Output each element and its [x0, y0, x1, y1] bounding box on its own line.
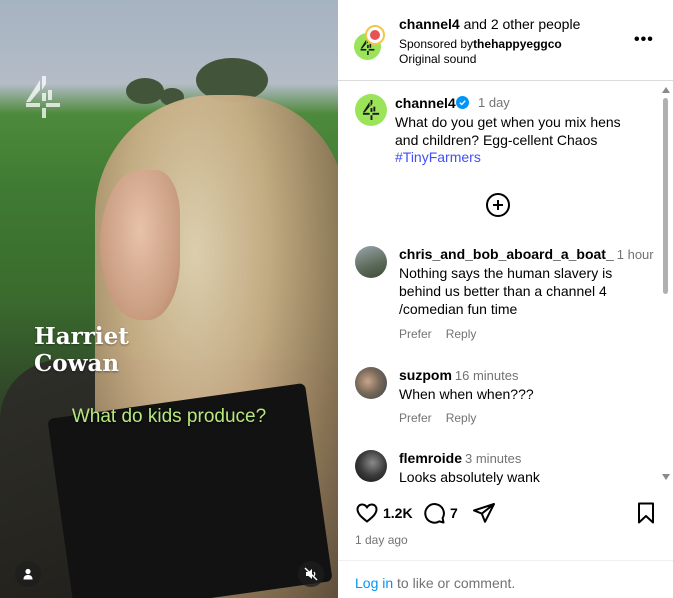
scrollbar-thumb[interactable] [663, 98, 668, 294]
login-bar: Log in to like or comment. [338, 560, 673, 598]
paper-plane-icon [473, 503, 495, 523]
load-more-comments-button[interactable] [486, 193, 510, 217]
audio-label[interactable]: Original sound [399, 52, 476, 66]
comment-username-text[interactable]: flemroide [399, 450, 462, 466]
sponsor-logo-icon [370, 30, 380, 40]
comment-text: Looks absolutely wank [399, 469, 540, 485]
header-username[interactable]: channel4 [399, 16, 460, 32]
more-options-button[interactable]: ••• [634, 31, 654, 49]
muted-speaker-icon [304, 567, 318, 581]
video-subtitle: What do kids produce? [71, 406, 267, 427]
comment-count[interactable]: 7 [450, 505, 458, 521]
caption-hashtag[interactable]: #TinyFarmers [395, 149, 481, 165]
comment-bubble-icon [424, 503, 445, 524]
video-player[interactable]: Harriet Cowan What do kids produce? [0, 0, 338, 598]
comment-like-button[interactable]: Prefer [399, 327, 432, 341]
comment-like-button[interactable]: Prefer [399, 411, 432, 425]
sponsor-name[interactable]: thehappyeggco [473, 37, 562, 51]
comment-text: When when when??? [399, 386, 534, 402]
comment-text: Nothing says the human slavery is behind… [399, 265, 613, 317]
comment-username-text[interactable]: suzpom [399, 367, 452, 383]
comment-avatar[interactable] [355, 367, 387, 399]
sponsor-avatar[interactable] [365, 25, 385, 45]
comment-username[interactable]: suzpom 16 minutes [399, 367, 518, 383]
login-prompt-text: to like or comment. [393, 575, 516, 591]
comment-reply-button[interactable]: Reply [446, 327, 477, 341]
video-name-line1: Harriet [34, 323, 129, 350]
comment-time[interactable]: 3 minutes [465, 451, 521, 466]
caption-avatar[interactable] [355, 94, 387, 126]
bookmark-icon [638, 502, 654, 524]
post-header: channel4 and 2 other people Sponsored by… [338, 0, 673, 81]
verified-badge-icon [456, 96, 469, 109]
video-name-line2: Cowan [34, 350, 120, 377]
heart-icon [356, 503, 378, 523]
user-icon [23, 568, 33, 580]
post-panel: channel4 and 2 other people Sponsored by… [338, 0, 673, 598]
scroll-up-arrow-icon[interactable] [662, 87, 670, 93]
comments-scroll-area[interactable]: channel4 1 day What do you get when you … [338, 82, 673, 485]
share-button[interactable] [472, 501, 496, 525]
login-prompt: Log in to like or comment. [355, 575, 515, 591]
login-link[interactable]: Log in [355, 575, 393, 591]
comment-avatar[interactable] [355, 246, 387, 278]
post-timestamp[interactable]: 1 day ago [355, 533, 408, 547]
post-actions-bar: 1.2K 7 [338, 496, 673, 532]
background-tree [126, 78, 164, 104]
comment-reply-button[interactable]: Reply [446, 411, 477, 425]
sponsored-line: Sponsored bythehappyeggco [399, 37, 562, 51]
caption-time[interactable]: 1 day [478, 95, 510, 110]
channel4-logo-icon [26, 76, 60, 118]
header-others[interactable]: and 2 other people [464, 16, 581, 32]
comment-actions: Prefer Reply [399, 327, 490, 341]
comment-username-text[interactable]: chris_and_bob_aboard_a_boat_ [399, 246, 614, 262]
video-subject-face [100, 170, 180, 320]
mute-button[interactable] [298, 561, 324, 587]
caption-username[interactable]: channel4 [395, 95, 456, 111]
like-count[interactable]: 1.2K [383, 505, 413, 521]
comment-button[interactable]: 7 [422, 501, 458, 525]
comment-username[interactable]: chris_and_bob_aboard_a_boat_ 1 hour [399, 246, 654, 262]
channel4-logo-icon [362, 100, 380, 120]
comment-avatar[interactable] [355, 450, 387, 482]
comment-actions: Prefer Reply [399, 411, 490, 425]
sponsored-prefix: Sponsored by [399, 37, 474, 51]
comment-time[interactable]: 1 hour [617, 247, 654, 262]
comment-time[interactable]: 16 minutes [455, 368, 519, 383]
video-name-overlay: Harriet Cowan [34, 323, 129, 377]
comment-username[interactable]: flemroide 3 minutes [399, 450, 521, 466]
save-button[interactable] [634, 501, 658, 525]
header-authors: channel4 and 2 other people [399, 16, 580, 32]
like-button[interactable]: 1.2K [355, 501, 413, 525]
caption-text: What do you get when you mix hens and ch… [395, 114, 621, 148]
scroll-down-arrow-icon[interactable] [662, 474, 670, 480]
user-tags-button[interactable] [15, 561, 41, 587]
